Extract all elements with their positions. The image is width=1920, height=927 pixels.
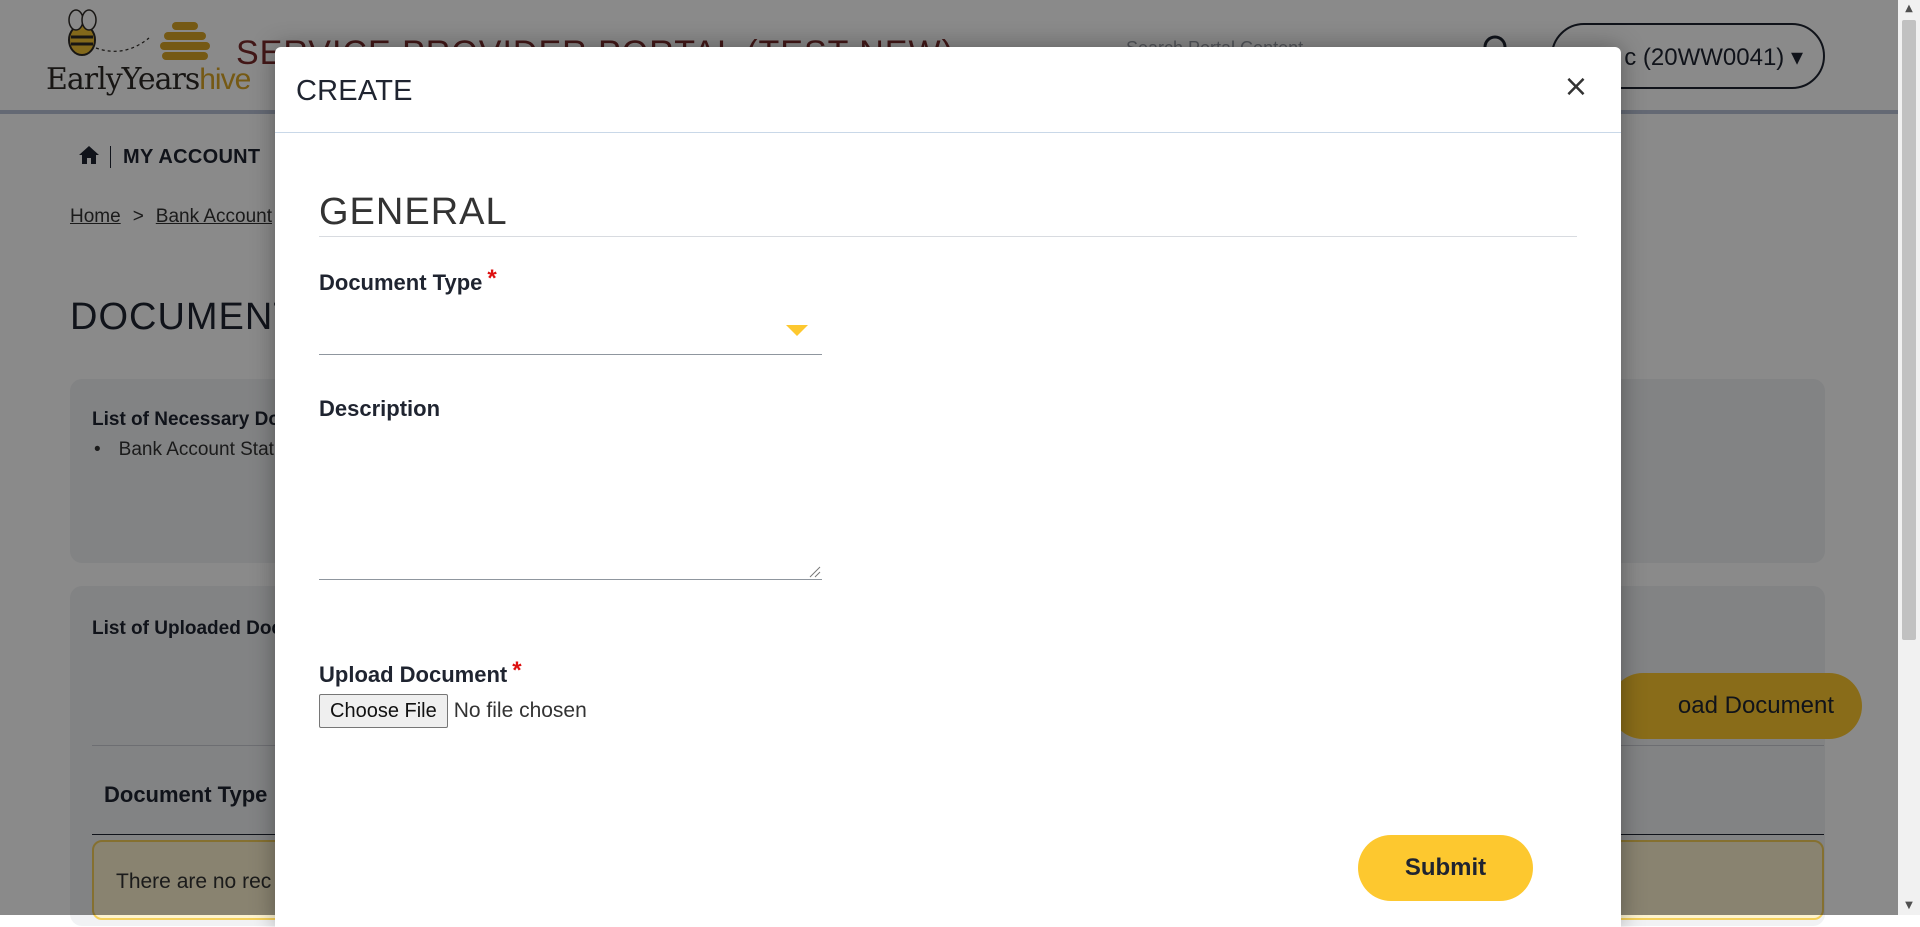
description-textarea[interactable]: [319, 432, 822, 580]
document-type-select[interactable]: [319, 308, 822, 355]
close-icon[interactable]: ×: [1561, 69, 1591, 105]
scroll-down-arrow-icon[interactable]: ▼: [1898, 897, 1920, 915]
submit-button[interactable]: Submit: [1358, 835, 1533, 901]
resize-handle-icon[interactable]: [808, 565, 821, 578]
page-scrollbar[interactable]: ▲ ▼: [1898, 0, 1920, 915]
file-input: Choose File No file chosen: [319, 694, 587, 728]
scrollbar-thumb[interactable]: [1902, 20, 1916, 640]
scroll-up-arrow-icon[interactable]: ▲: [1898, 0, 1920, 18]
modal-header: CREATE ×: [275, 47, 1621, 133]
upload-document-label: Upload Document *: [319, 657, 522, 687]
document-type-label: Document Type *: [319, 265, 497, 295]
file-status-text: No file chosen: [453, 699, 587, 722]
chevron-down-icon: [786, 325, 808, 336]
section-title-general: GENERAL: [319, 191, 1577, 237]
modal-title: CREATE: [296, 75, 413, 107]
create-document-modal: CREATE × GENERAL Document Type * Descript…: [275, 47, 1621, 927]
choose-file-button[interactable]: Choose File: [319, 694, 448, 728]
required-asterisk: *: [487, 265, 497, 292]
required-asterisk: *: [512, 657, 522, 684]
description-label: Description: [319, 396, 441, 421]
